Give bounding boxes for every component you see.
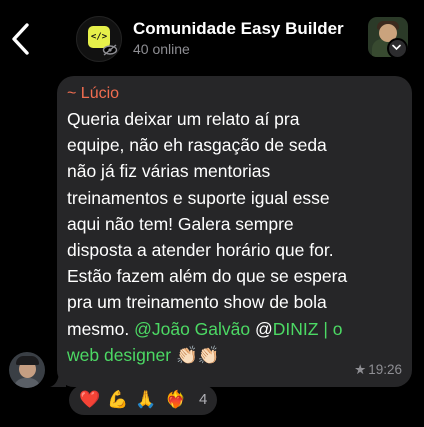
reactions-bar[interactable]: ❤️ 💪 🙏 ❤️‍🔥 4 xyxy=(69,385,217,415)
reaction-folded-hands[interactable]: 🙏 xyxy=(135,389,156,411)
reaction-count: 4 xyxy=(199,391,208,408)
sender-name[interactable]: ~ Lúcio xyxy=(67,85,119,103)
message-line: aqui não tem! Galera sempre xyxy=(67,213,294,234)
mention-diniz-cont[interactable]: web designer xyxy=(67,345,171,365)
reaction-heart-on-fire[interactable]: ❤️‍🔥 xyxy=(165,389,186,411)
sender-avatar[interactable] xyxy=(9,352,45,388)
reaction-flexed-biceps[interactable]: 💪 xyxy=(107,389,128,411)
message-meta: ★ 19:26 xyxy=(354,362,402,378)
reaction-heart[interactable]: ❤️ xyxy=(79,389,100,411)
message-time: 19:26 xyxy=(368,362,402,377)
message-text: Queria deixar um relato aí pra equipe, n… xyxy=(67,106,412,368)
group-avatar[interactable]: </> xyxy=(76,16,122,62)
message-line: mesmo. @João Galvão @DINIZ | o xyxy=(67,318,343,339)
chat-title[interactable]: Comunidade Easy Builder xyxy=(133,19,344,39)
eye-slash-icon xyxy=(102,44,118,56)
star-icon: ★ xyxy=(354,362,367,377)
bubble-tail xyxy=(50,371,66,387)
online-count: 40 online xyxy=(133,41,190,57)
message-line: Estão fazem além do que se espera xyxy=(67,266,348,287)
message-line: disposta a atender horário que for. xyxy=(67,240,334,261)
chevron-down-icon[interactable] xyxy=(387,38,408,59)
mention-diniz[interactable]: DINIZ | o xyxy=(273,319,343,339)
clap-emoji: 👏🏻👏🏻 xyxy=(171,344,220,365)
message-line: Queria deixar um relato aí pra xyxy=(67,109,300,129)
message-line: não já fiz várias mentorias xyxy=(67,161,271,182)
message-line: treinamentos e suporte igual esse xyxy=(67,187,330,208)
message-line: pra um treinamento show de bola xyxy=(67,292,327,313)
chat-header: </> Comunidade Easy Builder 40 online xyxy=(0,0,424,76)
mention-joao-galvao[interactable]: @João Galvão xyxy=(134,319,250,339)
message-bubble[interactable]: ~ Lúcio Queria deixar um relato aí pra e… xyxy=(50,76,412,387)
message-line: equipe, não eh rasgação de seda xyxy=(67,135,327,156)
back-chevron-icon[interactable] xyxy=(10,22,32,56)
